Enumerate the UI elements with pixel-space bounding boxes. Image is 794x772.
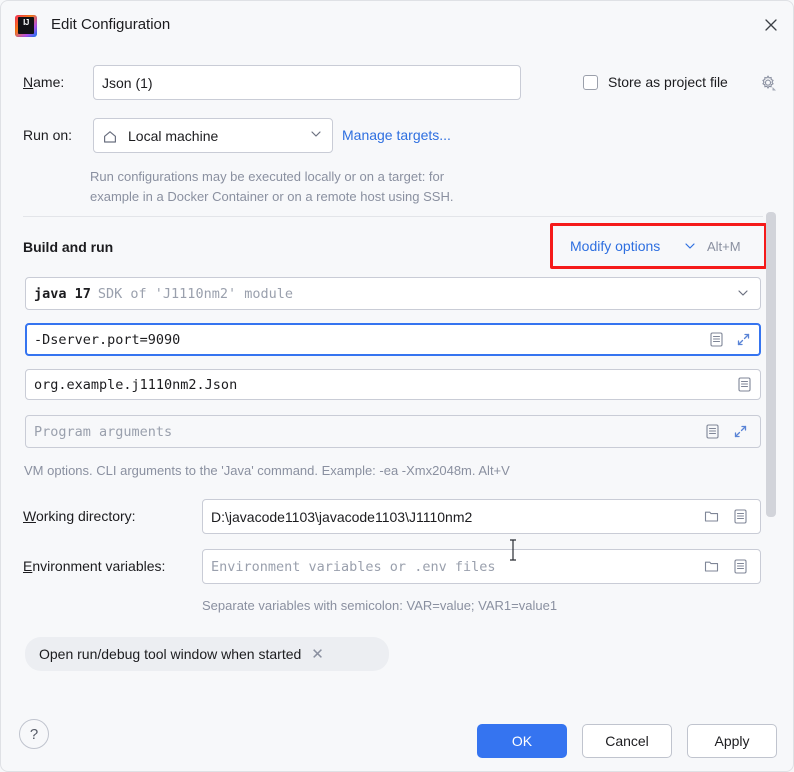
- run-on-description-line1: Run configurations may be executed local…: [90, 169, 445, 184]
- edit-configuration-dialog: Edit Configuration Name: Json (1) Store …: [0, 0, 794, 772]
- folder-icon[interactable]: [703, 508, 721, 526]
- main-class-value: org.example.j1110nm2.Json: [34, 376, 238, 393]
- folder-icon[interactable]: [703, 558, 721, 576]
- environment-variables-placeholder: Environment variables or .env files: [211, 558, 496, 575]
- expand-diagonal-icon[interactable]: [732, 423, 750, 441]
- document-list-icon[interactable]: [732, 558, 750, 576]
- run-on-combo[interactable]: Local machine: [93, 118, 333, 153]
- jdk-combo-secondary: SDK of 'J1110nm2' module: [97, 285, 293, 302]
- environment-variables-label: Environment variables:: [23, 558, 166, 574]
- gear-icon[interactable]: [759, 74, 777, 92]
- manage-targets-link[interactable]: Manage targets...: [342, 127, 451, 143]
- name-label: Name:: [23, 74, 65, 90]
- chevron-down-icon[interactable]: [683, 239, 697, 256]
- working-directory-input[interactable]: D:\javacode1103\javacode1103\J1110nm2: [202, 499, 761, 534]
- modify-options-button[interactable]: Modify options: [570, 238, 660, 254]
- chip-label: Open run/debug tool window when started: [39, 646, 302, 662]
- close-icon[interactable]: ✕: [311, 645, 324, 663]
- modify-options-shortcut: Alt+M: [707, 239, 741, 254]
- page-title: Edit Configuration: [51, 16, 171, 33]
- run-on-description-line2: example in a Docker Container or on a re…: [90, 189, 454, 204]
- ok-button[interactable]: OK: [477, 724, 567, 758]
- run-on-selected-value: Local machine: [128, 127, 219, 144]
- vm-options-value: -Dserver.port=9090: [34, 331, 181, 348]
- jdk-combo-primary: java 17: [34, 285, 91, 302]
- run-on-label: Run on:: [23, 127, 73, 143]
- vm-options-hint: VM options. CLI arguments to the 'Java' …: [24, 463, 510, 478]
- section-divider: [23, 216, 763, 217]
- vertical-scrollbar-thumb[interactable]: [766, 212, 776, 517]
- name-input-value: Json (1): [102, 74, 153, 91]
- main-class-input[interactable]: org.example.j1110nm2.Json: [25, 369, 761, 400]
- program-arguments-input[interactable]: Program arguments: [25, 415, 761, 448]
- name-input[interactable]: Json (1): [93, 65, 521, 100]
- build-and-run-title: Build and run: [23, 239, 114, 255]
- cancel-button[interactable]: Cancel: [582, 724, 672, 758]
- document-list-icon[interactable]: [732, 508, 750, 526]
- document-list-icon[interactable]: [704, 423, 722, 441]
- working-directory-label: Working directory:: [23, 508, 136, 524]
- title-bar: Edit Configuration: [1, 1, 793, 49]
- environment-variables-hint: Separate variables with semicolon: VAR=v…: [202, 598, 558, 613]
- help-button[interactable]: ?: [19, 719, 49, 749]
- home-icon: [102, 129, 120, 147]
- store-as-project-file-checkbox[interactable]: [583, 75, 598, 90]
- vm-options-input[interactable]: -Dserver.port=9090: [25, 323, 761, 356]
- close-icon[interactable]: [757, 11, 785, 39]
- jdk-combo[interactable]: java 17 SDK of 'J1110nm2' module: [25, 277, 761, 310]
- document-list-icon[interactable]: [736, 376, 754, 394]
- working-directory-value: D:\javacode1103\javacode1103\J1110nm2: [211, 508, 473, 525]
- expand-diagonal-icon[interactable]: [735, 331, 753, 349]
- environment-variables-input[interactable]: Environment variables or .env files: [202, 549, 761, 584]
- document-list-icon[interactable]: [708, 331, 726, 349]
- store-as-project-file-label: Store as project file: [608, 74, 728, 90]
- apply-button[interactable]: Apply: [687, 724, 777, 758]
- intellij-idea-logo: [15, 15, 37, 37]
- open-run-debug-tool-window-chip[interactable]: Open run/debug tool window when started …: [25, 637, 389, 671]
- program-arguments-placeholder: Program arguments: [34, 423, 173, 440]
